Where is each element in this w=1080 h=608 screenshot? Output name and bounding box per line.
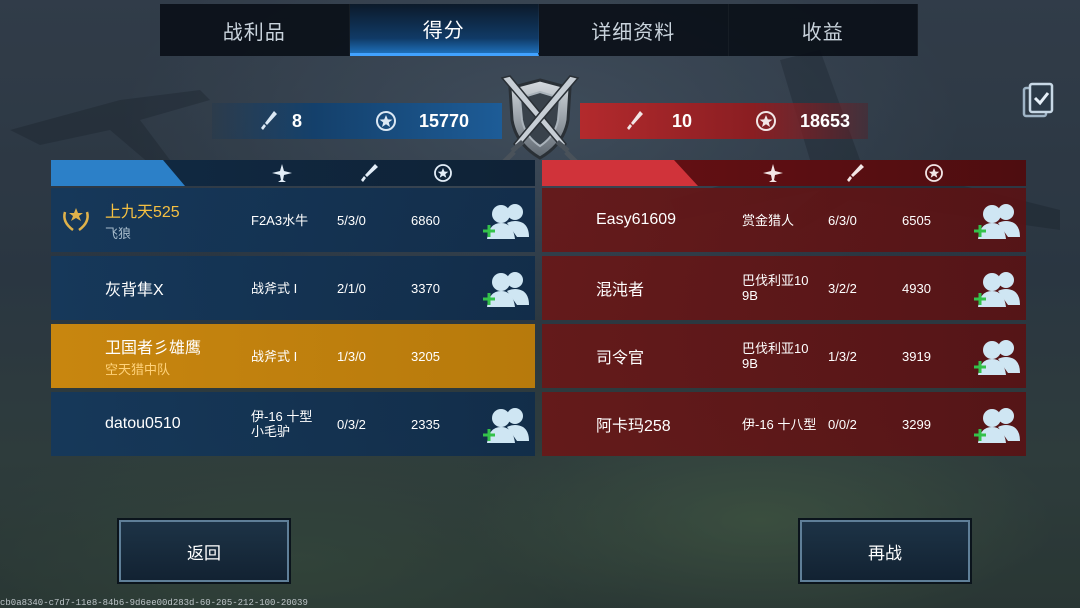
aircraft-column-icon bbox=[763, 164, 783, 182]
player-name: datou0510 bbox=[105, 415, 181, 432]
sword-column-icon bbox=[847, 164, 864, 182]
sword-icon bbox=[261, 111, 277, 130]
player-score: 3299 bbox=[902, 416, 931, 432]
sword-column-icon bbox=[361, 164, 378, 182]
player-name: 司令官 bbox=[596, 350, 645, 367]
red-team-header bbox=[542, 160, 1026, 186]
player-name: 混沌者 bbox=[596, 282, 645, 299]
player-name: 上九天525 bbox=[105, 204, 180, 221]
red-player-row[interactable]: 阿卡玛258 伊-16 十八型 0/0/2 3299 bbox=[542, 392, 1026, 456]
add-friend-icon[interactable] bbox=[479, 201, 531, 241]
red-team-panel: Easy61609 赏金猎人 6/3/0 6505 混沌者 巴伐利亚10 9B … bbox=[542, 160, 1026, 456]
player-aircraft: 伊-16 十八型 bbox=[742, 416, 817, 432]
red-player-row[interactable]: 司令官 巴伐利亚10 9B 1/3/2 3919 bbox=[542, 324, 1026, 388]
add-friend-icon[interactable] bbox=[970, 269, 1022, 309]
player-aircraft: 赏金猎人 bbox=[742, 212, 795, 228]
player-score: 6860 bbox=[411, 212, 440, 228]
team-flag bbox=[51, 160, 185, 186]
add-friend-icon[interactable] bbox=[970, 405, 1022, 445]
tab-score[interactable]: 得分 bbox=[349, 4, 539, 56]
add-friend-icon[interactable] bbox=[479, 405, 531, 445]
red-player-row[interactable]: Easy61609 赏金猎人 6/3/0 6505 bbox=[542, 188, 1026, 252]
clipboard-check-icon[interactable] bbox=[1022, 82, 1054, 118]
tab-earnings[interactable]: 收益 bbox=[729, 4, 918, 56]
crossed-swords-shield-emblem-icon bbox=[500, 75, 580, 164]
team-flag bbox=[542, 160, 698, 186]
tab-details[interactable]: 详细资料 bbox=[539, 4, 729, 56]
laurel-badge-icon bbox=[63, 208, 89, 232]
player-score: 6505 bbox=[902, 212, 931, 228]
player-score: 3370 bbox=[411, 280, 440, 296]
player-aircraft: 战斧式 I bbox=[251, 348, 298, 364]
star-medal-icon bbox=[756, 111, 776, 131]
player-kda: 1/3/0 bbox=[337, 348, 366, 364]
player-kda: 3/2/2 bbox=[828, 280, 857, 296]
player-score: 3919 bbox=[902, 348, 931, 364]
player-kda: 1/3/2 bbox=[828, 348, 857, 364]
player-kda: 0/3/2 bbox=[337, 416, 366, 432]
result-tabs: 战利品 得分 详细资料 收益 bbox=[160, 4, 918, 56]
player-aircraft: 巴伐利亚10 9B bbox=[742, 273, 809, 303]
player-aircraft: 巴伐利亚10 9B bbox=[742, 341, 809, 371]
red-points: 18653 bbox=[800, 110, 851, 131]
blue-team-panel: 上九天525 飞狼 F2A3水牛 5/3/0 6860 灰背隼X 战斧式 I 2/… bbox=[51, 160, 535, 456]
player-aircraft: 战斧式 I bbox=[251, 280, 298, 296]
red-kills: 10 bbox=[672, 110, 693, 131]
player-kda: 6/3/0 bbox=[828, 212, 857, 228]
blue-player-row[interactable]: datou0510 伊-16 十型 小毛驴 0/3/2 2335 bbox=[51, 392, 535, 456]
blue-kills: 8 bbox=[292, 110, 303, 131]
player-score: 4930 bbox=[902, 280, 931, 296]
tab-loot[interactable]: 战利品 bbox=[160, 4, 350, 56]
player-score: 2335 bbox=[411, 416, 440, 432]
sword-icon bbox=[627, 111, 643, 130]
blue-points: 15770 bbox=[419, 110, 470, 131]
star-medal-column-icon bbox=[925, 164, 943, 182]
player-squadron: 飞狼 bbox=[105, 226, 132, 241]
player-name: 卫国者彡雄鹰 bbox=[105, 340, 202, 357]
blue-team-score-bar: 8 15770 bbox=[212, 103, 502, 139]
player-score: 3205 bbox=[411, 348, 440, 364]
player-squadron: 空天猎中队 bbox=[105, 362, 171, 377]
blue-player-row[interactable]: 上九天525 飞狼 F2A3水牛 5/3/0 6860 bbox=[51, 188, 535, 252]
aircraft-column-icon bbox=[272, 164, 292, 182]
player-kda: 5/3/0 bbox=[337, 212, 366, 228]
player-aircraft: F2A3水牛 bbox=[251, 212, 309, 228]
blue-team-header bbox=[51, 160, 535, 186]
player-name: Easy61609 bbox=[596, 211, 677, 228]
player-name: 阿卡玛258 bbox=[596, 418, 671, 435]
blue-player-row[interactable]: 灰背隼X 战斧式 I 2/1/0 3370 bbox=[51, 256, 535, 320]
add-friend-icon[interactable] bbox=[970, 201, 1022, 241]
add-friend-icon[interactable] bbox=[479, 269, 531, 309]
play-again-button[interactable]: 再战 bbox=[800, 520, 970, 582]
red-player-row[interactable]: 混沌者 巴伐利亚10 9B 3/2/2 4930 bbox=[542, 256, 1026, 320]
blue-player-row-self[interactable]: 卫国者彡雄鹰 空天猎中队 战斧式 I 1/3/0 3205 bbox=[51, 324, 535, 388]
player-kda: 2/1/0 bbox=[337, 280, 366, 296]
player-name: 灰背隼X bbox=[105, 282, 164, 299]
star-medal-column-icon bbox=[434, 164, 452, 182]
back-button[interactable]: 返回 bbox=[119, 520, 289, 582]
session-id-text: cb0a8340-c7d7-11e8-84b6-9d6ee00d283d-60-… bbox=[0, 598, 308, 608]
player-kda: 0/0/2 bbox=[828, 416, 857, 432]
red-team-score-bar: 10 18653 bbox=[580, 103, 868, 139]
star-medal-icon bbox=[376, 111, 396, 131]
player-aircraft: 伊-16 十型 小毛驴 bbox=[251, 409, 313, 439]
add-friend-icon[interactable] bbox=[970, 337, 1022, 377]
